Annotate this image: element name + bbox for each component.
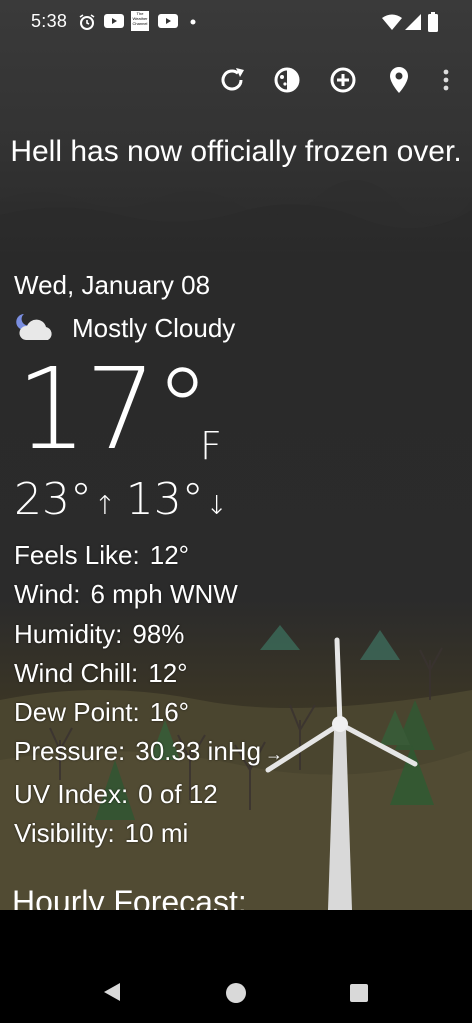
detail-label: Wind:: [14, 579, 81, 610]
detail-value: 10 mi: [124, 818, 189, 849]
detail-label: Wind Chill:: [14, 657, 139, 688]
weather-headline: Hell has now officially frozen over.: [10, 135, 462, 168]
current-temperature: 17°: [16, 345, 211, 475]
condition-text: Mostly Cloudy: [72, 312, 236, 343]
status-time: 5:38: [31, 11, 68, 31]
app-screen: 5:38 The Weather Channel Hell has now of…: [0, 0, 472, 910]
current-date: Wed, January 08: [14, 270, 211, 300]
low-arrow-icon: ↓: [205, 491, 228, 521]
add-location-icon: [330, 67, 356, 93]
detail-value: 16°: [149, 697, 190, 728]
detail-value: 30.33 inHg: [135, 736, 262, 767]
location-pin-icon: [390, 67, 408, 93]
detail-label: Humidity:: [14, 618, 123, 649]
back-icon[interactable]: [103, 982, 121, 1002]
recents-icon[interactable]: [350, 984, 368, 1002]
refresh-icon: [221, 68, 244, 91]
detail-humidity: Humidity: 98%: [14, 615, 283, 654]
detail-label: Feels Like:: [14, 540, 140, 570]
location-button[interactable]: [381, 62, 417, 98]
refresh-button[interactable]: [214, 62, 250, 98]
home-icon[interactable]: [225, 982, 247, 1004]
status-bar: 5:38 The Weather Channel: [0, 0, 472, 48]
high-arrow-icon: ↑: [94, 491, 116, 521]
detail-wind-chill: Wind Chill: 12°: [14, 654, 283, 693]
detail-wind: Wind: 6 mph WNW: [14, 575, 283, 614]
more-options-button[interactable]: [428, 62, 464, 98]
theme-button[interactable]: [269, 62, 305, 98]
low-temperature: 13°: [125, 474, 204, 525]
alarm-icon: [79, 14, 95, 30]
detail-label: Dew Point:: [14, 697, 140, 728]
youtube-icon: [104, 14, 124, 28]
theme-icon: [274, 67, 300, 93]
hourly-forecast-heading: Hourly Forecast:: [12, 884, 247, 910]
dot-icon: [190, 19, 196, 25]
pressure-trend-icon: →: [265, 744, 284, 765]
battery-icon: [428, 12, 438, 32]
partly-cloudy-night-icon: [16, 314, 52, 340]
detail-visibility: Visibility: 10 mi: [14, 814, 283, 853]
detail-value: 12°: [149, 540, 190, 570]
toolbar: [0, 52, 472, 108]
high-temperature: 23°: [14, 474, 92, 525]
navigation-bar: [0, 910, 472, 1023]
detail-label: UV Index:: [14, 778, 129, 809]
detail-label: Pressure:: [14, 736, 126, 767]
wifi-icon: [382, 14, 402, 30]
detail-value: 6 mph WNW: [90, 579, 238, 610]
weather-channel-icon: The Weather Channel: [131, 11, 149, 31]
detail-feels-like: Feels Like: 12°: [14, 536, 283, 575]
temperature-unit: F: [200, 424, 222, 468]
detail-value: 0 of 12: [138, 778, 218, 809]
detail-uv-index: UV Index: 0 of 12: [14, 775, 283, 814]
detail-label: Visibility:: [14, 818, 115, 849]
detail-pressure: Pressure: 30.33 inHg →: [14, 732, 283, 774]
weather-details: Feels Like: 12° Wind: 6 mph WNW Humidity: 9…: [14, 536, 283, 853]
detail-dew-point: Dew Point: 16°: [14, 693, 283, 732]
add-location-button[interactable]: [325, 62, 361, 98]
detail-value: 98%: [132, 618, 185, 649]
condition-row: Mostly Cloudy: [14, 310, 235, 346]
more-vert-icon: [443, 69, 449, 91]
high-low-temps: 23° ↑ 13° ↓: [14, 474, 238, 525]
youtube-icon: [158, 14, 178, 28]
detail-value: 12°: [148, 657, 188, 688]
signal-icon: [405, 14, 421, 30]
